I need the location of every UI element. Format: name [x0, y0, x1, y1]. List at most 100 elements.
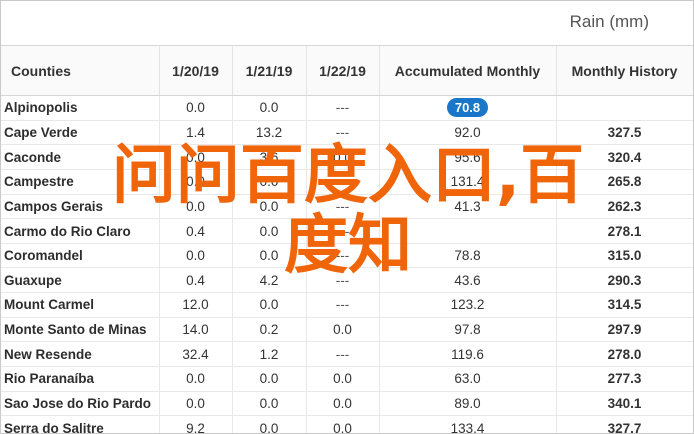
cell-date-3: ---: [306, 267, 380, 294]
county-name: Alpinopolis: [1, 95, 160, 121]
cell-date-1: 0.0: [159, 144, 233, 170]
cell-date-2: 0.2: [232, 317, 307, 343]
cell-date-2: 0.0: [232, 95, 307, 121]
cell-accumulated: [379, 218, 557, 244]
cell-date-2: 13.2: [232, 120, 307, 146]
cell-date-3: 0.0: [306, 317, 380, 343]
county-name: Rio Paranaíba: [1, 366, 160, 392]
cell-monthly-history: 320.4: [556, 144, 693, 170]
col-date-2[interactable]: 1/21/19: [232, 46, 307, 96]
table-row: Campos Gerais 0.0 0.0 --- 41.3 262.3: [1, 194, 693, 220]
table-row: Cape Verde 1.4 13.2 --- 92.0 327.5: [1, 120, 693, 146]
cell-accumulated: 131.4: [379, 169, 557, 195]
cell-date-3: ---: [306, 341, 380, 368]
cell-accumulated: 78.8: [379, 243, 557, 269]
table-row: Alpinopolis 0.0 0.0 --- 70.8: [1, 95, 693, 121]
cell-date-3: 0.0: [306, 144, 380, 170]
cell-monthly-history: 265.8: [556, 169, 693, 195]
cell-monthly-history: 315.0: [556, 243, 693, 269]
cell-date-3: ---: [306, 120, 380, 146]
cell-date-2: 0.0: [232, 169, 307, 195]
rain-table: Counties 1/20/19 1/21/19 1/22/19 Accumul…: [1, 46, 693, 433]
cell-date-3: 0.0: [306, 366, 380, 392]
table-row: Caconde 0.0 3.6 0.0 95.6 320.4: [1, 144, 693, 170]
col-accumulated[interactable]: Accumulated Monthly: [379, 46, 557, 96]
col-date-1[interactable]: 1/20/19: [159, 46, 233, 96]
highlight-badge: 70.8: [446, 98, 489, 118]
cell-date-1: 1.4: [159, 120, 233, 146]
county-name: Campestre: [1, 169, 160, 195]
cell-accumulated: 92.0: [379, 120, 557, 146]
cell-accumulated: 95.6: [379, 144, 557, 170]
cell-date-1: 0.4: [159, 218, 233, 244]
cell-date-1: 0.0: [159, 95, 233, 121]
cell-monthly-history: 327.5: [556, 120, 693, 146]
county-name: Serra do Salitre: [1, 415, 160, 433]
county-name: Carmo do Rio Claro: [1, 218, 160, 244]
cell-monthly-history: 297.9: [556, 317, 693, 343]
cell-date-2: 0.0: [232, 194, 307, 220]
cell-date-2: 0.0: [232, 243, 307, 269]
cell-date-3: ---: [306, 169, 380, 195]
county-name: New Resende: [1, 341, 160, 368]
cell-monthly-history: 277.3: [556, 366, 693, 392]
table-row: Campestre 0.0 0.0 --- 131.4 265.8: [1, 169, 693, 195]
county-name: Mount Carmel: [1, 292, 160, 318]
cell-date-2: 0.0: [232, 391, 307, 417]
county-name: Sao Jose do Rio Pardo: [1, 391, 160, 417]
table-row: Mount Carmel 12.0 0.0 --- 123.2 314.5: [1, 292, 693, 318]
table-row: Sao Jose do Rio Pardo 0.0 0.0 0.0 89.0 340.1: [1, 391, 693, 417]
cell-date-2: 3.6: [232, 144, 307, 170]
table-row: Monte Santo de Minas 14.0 0.2 0.0 97.8 297.9: [1, 317, 693, 343]
cell-date-1: 12.0: [159, 292, 233, 318]
cell-date-2: 0.0: [232, 366, 307, 392]
cell-accumulated: 133.4: [379, 415, 557, 433]
col-date-3[interactable]: 1/22/19: [306, 46, 380, 96]
cell-accumulated: 43.6: [379, 267, 557, 294]
cell-date-3: 0.0: [306, 415, 380, 433]
cell-accumulated: 123.2: [379, 292, 557, 318]
cell-date-1: 0.0: [159, 243, 233, 269]
county-name: Cape Verde: [1, 120, 160, 146]
cell-monthly-history: 262.3: [556, 194, 693, 220]
cell-date-3: ---: [306, 194, 380, 220]
table-row: Serra do Salitre 9.2 0.0 0.0 133.4 327.7: [1, 415, 693, 433]
col-counties[interactable]: Counties: [1, 46, 160, 96]
cell-date-1: 0.0: [159, 391, 233, 417]
county-name: Coromandel: [1, 243, 160, 269]
cell-date-2: 0.0: [232, 415, 307, 433]
cell-date-2: 0.0: [232, 292, 307, 318]
cell-monthly-history: 314.5: [556, 292, 693, 318]
cell-monthly-history: 278.1: [556, 218, 693, 244]
county-name: Monte Santo de Minas: [1, 317, 160, 343]
table-header-row: Counties 1/20/19 1/21/19 1/22/19 Accumul…: [1, 46, 693, 96]
rain-table-widget: Rain (mm) Counties 1/20/19 1/21/19 1/22/…: [0, 0, 694, 434]
table-row: Rio Paranaíba 0.0 0.0 0.0 63.0 277.3: [1, 366, 693, 392]
table-row: Guaxupe 0.4 4.2 --- 43.6 290.3: [1, 267, 693, 294]
cell-date-2: 1.2: [232, 341, 307, 368]
cell-monthly-history: 327.7: [556, 415, 693, 433]
county-name: Campos Gerais: [1, 194, 160, 220]
cell-date-1: 9.2: [159, 415, 233, 433]
cell-accumulated: 70.8: [379, 95, 557, 121]
cell-monthly-history: [556, 95, 693, 121]
cell-date-3: ---: [306, 218, 380, 244]
table-row: New Resende 32.4 1.2 --- 119.6 278.0: [1, 341, 693, 368]
cell-accumulated: 41.3: [379, 194, 557, 220]
cell-date-3: ---: [306, 292, 380, 318]
cell-date-1: 32.4: [159, 341, 233, 368]
widget-title: Rain (mm): [569, 12, 649, 31]
col-monthly-history[interactable]: Monthly History: [556, 46, 693, 96]
cell-accumulated: 63.0: [379, 366, 557, 392]
table-row: Carmo do Rio Claro 0.4 0.0 --- 278.1: [1, 218, 693, 244]
cell-accumulated: 97.8: [379, 317, 557, 343]
cell-date-1: 14.0: [159, 317, 233, 343]
cell-date-2: 0.0: [232, 218, 307, 244]
cell-date-3: ---: [306, 95, 380, 121]
cell-monthly-history: 290.3: [556, 267, 693, 294]
cell-date-1: 0.0: [159, 366, 233, 392]
cell-date-1: 0.4: [159, 267, 233, 294]
cell-monthly-history: 278.0: [556, 341, 693, 368]
cell-monthly-history: 340.1: [556, 391, 693, 417]
cell-date-2: 4.2: [232, 267, 307, 294]
